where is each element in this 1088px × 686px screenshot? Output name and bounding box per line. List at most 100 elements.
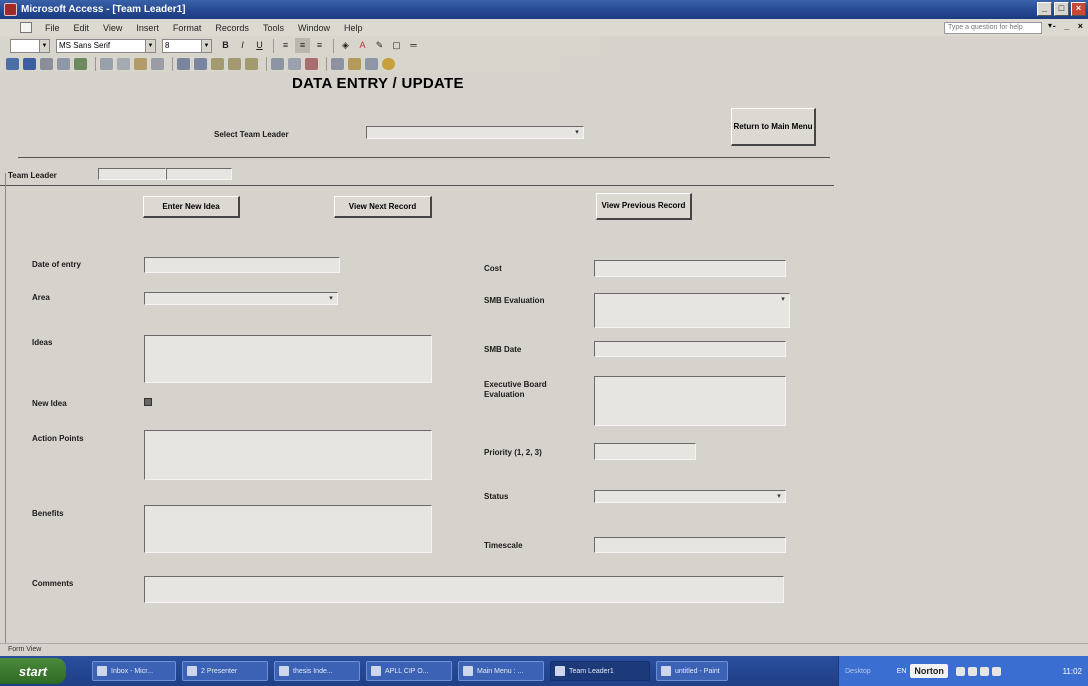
comments-field[interactable] — [144, 576, 784, 603]
menu-window[interactable]: Window — [291, 23, 337, 33]
select-team-leader-combo[interactable]: ▾ — [366, 126, 584, 139]
save-icon[interactable] — [23, 58, 36, 70]
border-icon[interactable]: ▢ — [389, 38, 404, 53]
cost-field[interactable] — [594, 260, 786, 277]
menu-insert[interactable]: Insert — [129, 23, 166, 33]
chevron-down-icon[interactable]: ▾ — [326, 294, 336, 303]
executive-board-evaluation-field[interactable] — [594, 376, 786, 426]
view-previous-record-button[interactable]: View Previous Record — [596, 193, 692, 220]
menu-help[interactable]: Help — [337, 23, 370, 33]
clock[interactable]: 11:02 — [1063, 667, 1082, 676]
priority-field[interactable] — [594, 443, 696, 460]
align-left-icon[interactable]: ≡ — [278, 38, 293, 53]
access-app-icon[interactable] — [4, 3, 17, 16]
sort-ascending-icon[interactable] — [177, 58, 190, 70]
volume-icon[interactable] — [979, 666, 989, 676]
form-document-icon[interactable] — [20, 22, 32, 33]
bold-button[interactable]: B — [218, 38, 233, 53]
chevron-down-icon[interactable]: ▾ — [572, 128, 582, 137]
delete-record-icon[interactable] — [305, 58, 318, 70]
language-indicator[interactable]: EN — [897, 668, 907, 675]
font-name-combo[interactable]: MS Sans Serif ▼ — [56, 38, 156, 53]
chevron-down-icon[interactable]: ▼ — [201, 39, 211, 52]
menu-edit[interactable]: Edit — [67, 23, 97, 33]
task-thesis[interactable]: thesis Inde... — [274, 661, 360, 681]
chevron-down-icon[interactable]: ▾ — [778, 295, 788, 304]
underline-button[interactable]: U — [252, 38, 267, 53]
view-next-record-button[interactable]: View Next Record — [334, 196, 432, 218]
cut-icon[interactable] — [100, 58, 113, 70]
task-main-menu[interactable]: Main Menu : ... — [458, 661, 544, 681]
font-color-icon[interactable]: A — [355, 38, 370, 53]
area-combo[interactable]: ▾ — [144, 292, 338, 305]
task-presenter[interactable]: 2 Presenter — [182, 661, 268, 681]
norton-icon[interactable]: Norton — [910, 664, 948, 678]
fill-color-icon[interactable]: ◈ — [338, 38, 353, 53]
smb-evaluation-combo[interactable]: ▾ — [594, 293, 790, 328]
apply-filter-icon[interactable] — [245, 58, 258, 70]
return-to-main-menu-button[interactable]: Return to Main Menu — [731, 108, 816, 146]
smb-date-field[interactable] — [594, 341, 786, 357]
undo-icon[interactable] — [151, 58, 164, 70]
chevron-down-icon[interactable]: ▼ — [145, 39, 155, 52]
font-size-value: 8 — [165, 40, 170, 50]
find-icon[interactable] — [271, 58, 284, 70]
object-combo[interactable]: ▼ — [10, 38, 50, 53]
italic-button[interactable]: I — [235, 38, 250, 53]
new-idea-checkbox[interactable] — [144, 398, 152, 406]
menu-records[interactable]: Records — [208, 23, 256, 33]
properties-icon[interactable] — [331, 58, 344, 70]
help-question-input[interactable]: Type a question for help — [944, 22, 1042, 34]
task-inbox[interactable]: Inbox - Micr... — [92, 661, 176, 681]
line-color-icon[interactable]: ✎ — [372, 38, 387, 53]
minimize-button[interactable]: _ — [1037, 2, 1052, 16]
paste-icon[interactable] — [134, 58, 147, 70]
date-of-entry-field[interactable] — [144, 257, 340, 273]
help-icon[interactable] — [382, 58, 395, 70]
task-label: Main Menu : ... — [477, 667, 524, 675]
menu-tools[interactable]: Tools — [256, 23, 291, 33]
chevron-down-icon[interactable]: ▼ — [39, 39, 49, 52]
new-object-icon[interactable] — [365, 58, 378, 70]
help-dropdown-icon[interactable]: ▾ — [1048, 21, 1052, 30]
line-width-icon[interactable]: ═ — [406, 38, 421, 53]
copy-icon[interactable] — [117, 58, 130, 70]
enter-new-idea-button[interactable]: Enter New Idea — [143, 196, 240, 218]
filter-by-form-icon[interactable] — [228, 58, 241, 70]
start-button[interactable]: start — [0, 658, 66, 684]
chevron-down-icon[interactable]: ▾ — [774, 492, 784, 501]
align-right-icon[interactable]: ≡ — [312, 38, 327, 53]
spelling-icon[interactable] — [74, 58, 87, 70]
menu-file[interactable]: File — [38, 23, 67, 33]
menu-view[interactable]: View — [96, 23, 129, 33]
maximize-button[interactable]: □ — [1054, 2, 1069, 16]
close-button[interactable]: × — [1071, 2, 1086, 16]
title-bar[interactable]: Microsoft Access - [Team Leader1] _ □ × — [0, 0, 1088, 19]
timescale-field[interactable] — [594, 537, 786, 553]
action-points-field[interactable] — [144, 430, 432, 480]
print-preview-icon[interactable] — [57, 58, 70, 70]
document-window-controls[interactable]: - _ × — [1053, 21, 1086, 31]
ideas-field[interactable] — [144, 335, 432, 383]
align-center-icon[interactable]: ≡ — [295, 38, 310, 53]
font-size-combo[interactable]: 8 ▼ — [162, 38, 212, 53]
filter-by-selection-icon[interactable] — [211, 58, 224, 70]
view-icon[interactable] — [6, 58, 19, 70]
desktop-toolbar[interactable]: Desktop — [845, 668, 871, 675]
sort-descending-icon[interactable] — [194, 58, 207, 70]
new-record-icon[interactable] — [288, 58, 301, 70]
team-leader-name-field[interactable] — [166, 168, 232, 180]
database-window-icon[interactable] — [348, 58, 361, 70]
menu-format[interactable]: Format — [166, 23, 209, 33]
benefits-field[interactable] — [144, 505, 432, 553]
toolbar-separator — [273, 38, 274, 53]
status-combo[interactable]: ▾ — [594, 490, 786, 503]
print-icon[interactable] — [40, 58, 53, 70]
network-icon[interactable] — [967, 666, 977, 676]
shield-icon[interactable] — [955, 666, 965, 676]
team-leader-field[interactable] — [98, 168, 166, 180]
messenger-icon[interactable] — [991, 666, 1001, 676]
task-apll-cip[interactable]: APLL CIP O... — [366, 661, 452, 681]
task-team-leader[interactable]: Team Leader1 — [550, 661, 650, 681]
task-paint[interactable]: untitled - Paint — [656, 661, 728, 681]
